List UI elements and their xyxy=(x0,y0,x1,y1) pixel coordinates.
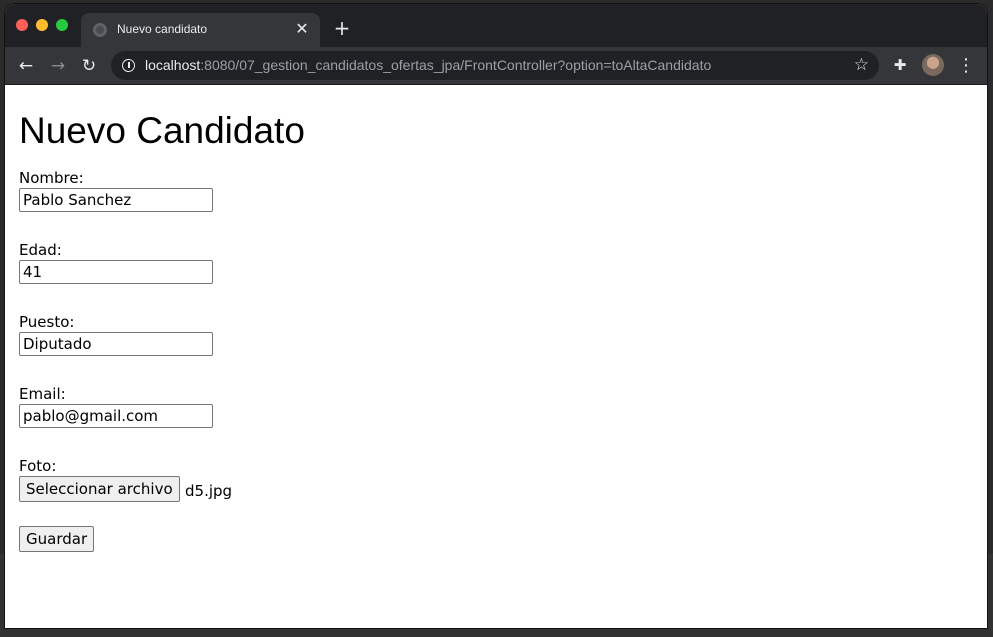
foto-label: Foto: xyxy=(19,457,57,475)
email-label: Email: xyxy=(19,385,66,403)
forward-icon[interactable]: → xyxy=(47,55,69,77)
star-icon[interactable]: ☆ xyxy=(854,55,869,75)
url-path: :8080/07_gestion_candidatos_ofertas_jpa/… xyxy=(200,57,712,73)
url-host: localhost xyxy=(145,57,201,73)
back-icon[interactable]: ← xyxy=(15,55,37,77)
tab-strip: Nuevo candidato ✕ + xyxy=(5,4,987,47)
menu-icon[interactable]: ⋮ xyxy=(957,55,975,77)
info-icon[interactable] xyxy=(122,59,135,72)
puesto-input[interactable] xyxy=(19,332,213,356)
close-window-button[interactable] xyxy=(16,19,28,31)
globe-icon xyxy=(93,23,107,37)
edad-label: Edad: xyxy=(19,241,62,259)
tab-title: Nuevo candidato xyxy=(117,22,208,36)
address-bar[interactable]: localhost:8080/07_gestion_candidatos_ofe… xyxy=(111,51,879,80)
choose-file-button[interactable]: Seleccionar archivo xyxy=(19,476,180,502)
reload-icon[interactable]: ↻ xyxy=(78,55,100,77)
edad-input[interactable] xyxy=(19,260,213,284)
maximize-window-button[interactable] xyxy=(56,19,68,31)
tab-nuevo-candidato[interactable]: Nuevo candidato ✕ xyxy=(81,13,320,47)
nombre-label: Nombre: xyxy=(19,169,84,187)
browser-window: Nuevo candidato ✕ + ← → ↻ localhost:8080… xyxy=(5,4,987,628)
puesto-label: Puesto: xyxy=(19,313,75,331)
selected-file-name: d5.jpg xyxy=(185,482,233,500)
page-content: Nuevo Candidato Nombre: Edad: Puesto: Em… xyxy=(5,85,987,628)
avatar[interactable] xyxy=(922,54,944,76)
save-button[interactable]: Guardar xyxy=(19,526,95,552)
email-input[interactable] xyxy=(19,404,213,428)
new-tab-icon[interactable]: + xyxy=(332,18,352,38)
close-tab-icon[interactable]: ✕ xyxy=(292,19,312,39)
extensions-icon[interactable]: ✚ xyxy=(891,56,909,74)
url-text[interactable]: localhost:8080/07_gestion_candidatos_ofe… xyxy=(145,57,711,73)
nombre-input[interactable] xyxy=(19,188,213,212)
page-title: Nuevo Candidato xyxy=(19,110,305,151)
minimize-window-button[interactable] xyxy=(36,19,48,31)
browser-toolbar: ← → ↻ localhost:8080/07_gestion_candidat… xyxy=(5,47,987,85)
